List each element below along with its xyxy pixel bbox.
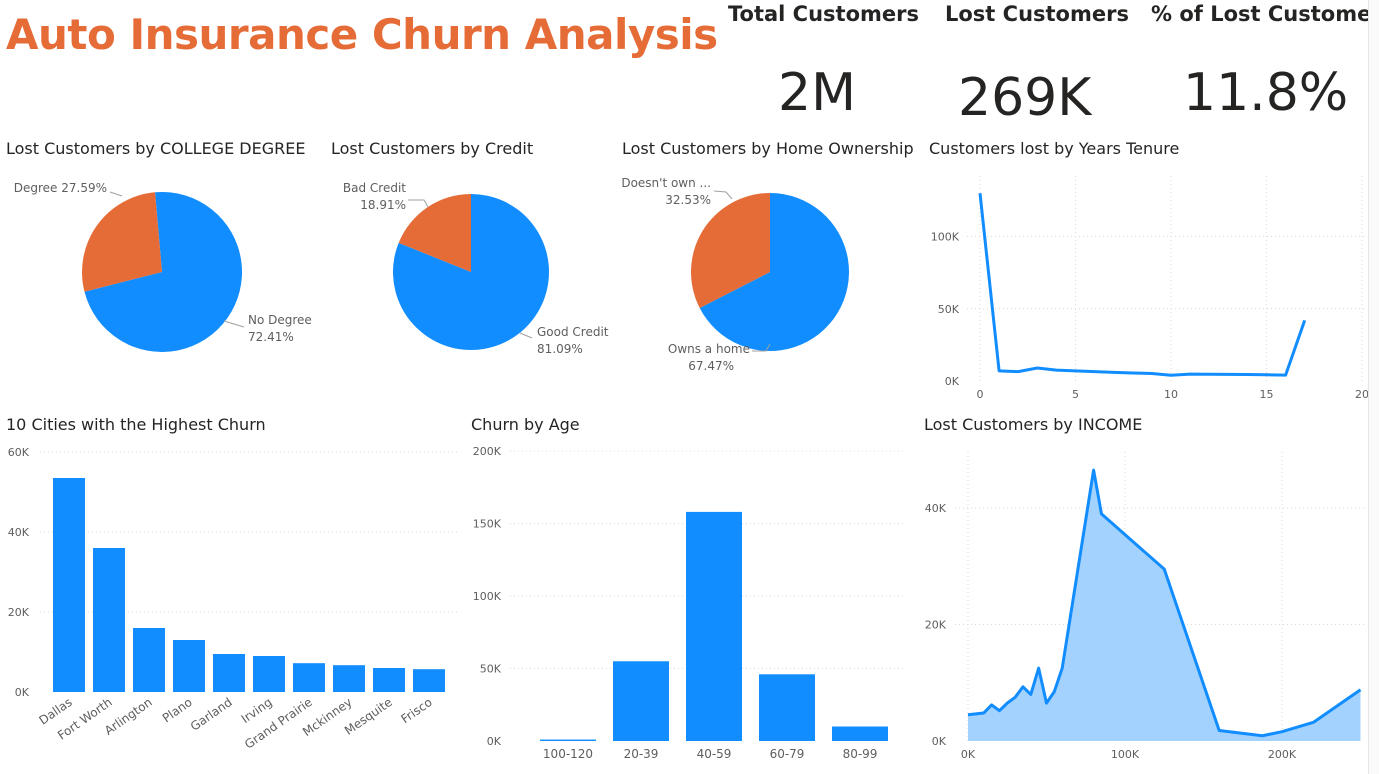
credit-slice-label-0: Good Credit	[537, 325, 609, 339]
tenure-x-tick-label: 15	[1260, 388, 1274, 401]
age-bar	[613, 661, 669, 741]
home-leader-line-1	[713, 190, 733, 200]
age-bar	[540, 739, 596, 741]
age-x-tick-label: 40-59	[697, 747, 732, 761]
cities-bar	[373, 668, 405, 692]
college-slice-value-0: 72.41%	[248, 330, 294, 344]
cities-y-tick-label: 0K	[15, 686, 30, 699]
cities-bar	[413, 669, 445, 692]
age-y-tick-label: 150K	[473, 518, 502, 531]
age-bar	[686, 511, 742, 741]
cities-bar	[293, 663, 325, 692]
tenure-y-tick-label: 100K	[931, 231, 960, 244]
age-x-tick-label: 80-99	[843, 747, 878, 761]
income-y-tick-label: 40K	[925, 502, 947, 515]
college-leader-line-1	[109, 191, 123, 197]
cities-bar	[173, 640, 205, 692]
income-area-fill	[968, 470, 1361, 741]
income-x-tick-label: 0K	[961, 748, 976, 761]
college-slice-label-1: Degree 27.59%	[14, 181, 107, 195]
credit-slice-label-1: Bad Credit	[343, 181, 406, 195]
age-y-tick-label: 100K	[473, 590, 502, 603]
tenure-x-tick-label: 0	[977, 388, 984, 401]
cities-bar	[333, 665, 365, 692]
college-slice-label-0: No Degree	[248, 313, 312, 327]
home-slice-value-0: 67.47%	[688, 359, 734, 373]
vertical-scrollbar[interactable]	[1368, 0, 1379, 774]
credit-leader-line-0	[519, 332, 533, 339]
credit-leader-line-1	[408, 199, 429, 208]
age-y-tick-label: 0K	[487, 735, 502, 748]
credit-slice-value-1: 18.91%	[360, 198, 406, 212]
income-x-tick-label: 100K	[1111, 748, 1140, 761]
cities-bar	[133, 628, 165, 692]
cities-x-tick-label: Garland	[188, 695, 235, 734]
income-x-tick-label: 200K	[1268, 748, 1297, 761]
home-slice-value-1: 32.53%	[665, 193, 711, 207]
tenure-x-tick-label: 5	[1072, 388, 1079, 401]
cities-y-tick-label: 60K	[8, 446, 30, 459]
cities-x-tick-label: Frisco	[398, 695, 434, 726]
age-y-tick-label: 50K	[480, 663, 502, 676]
income-y-tick-label: 20K	[925, 619, 947, 632]
age-bar	[832, 726, 888, 741]
cities-bar	[53, 478, 85, 692]
tenure-y-tick-label: 0K	[945, 375, 960, 388]
home-slice-label-1: Doesn't own ...	[621, 176, 711, 190]
cities-bar	[253, 656, 285, 692]
tenure-x-tick-label: 10	[1164, 388, 1178, 401]
cities-bar	[213, 654, 245, 692]
credit-slice-value-0: 81.09%	[537, 342, 583, 356]
cities-y-tick-label: 20K	[8, 606, 30, 619]
age-y-tick-label: 200K	[473, 445, 502, 458]
tenure-y-tick-label: 50K	[938, 303, 960, 316]
tenure-x-tick-label: 20	[1355, 388, 1369, 401]
cities-y-tick-label: 40K	[8, 526, 30, 539]
age-x-tick-label: 20-39	[624, 747, 659, 761]
college-leader-line-0	[223, 320, 245, 328]
tenure-series-line	[978, 193, 1307, 377]
income-y-tick-label: 0K	[932, 735, 947, 748]
age-bar	[759, 674, 815, 741]
cities-bar	[93, 548, 125, 692]
charts-canvas: No Degree 72.41% Degree 27.59% Good Credit 8…	[8, 176, 1369, 761]
age-x-tick-label: 60-79	[770, 747, 805, 761]
home-slice-label-0: Owns a home	[668, 342, 750, 356]
age-x-tick-label: 100-120	[543, 747, 593, 761]
